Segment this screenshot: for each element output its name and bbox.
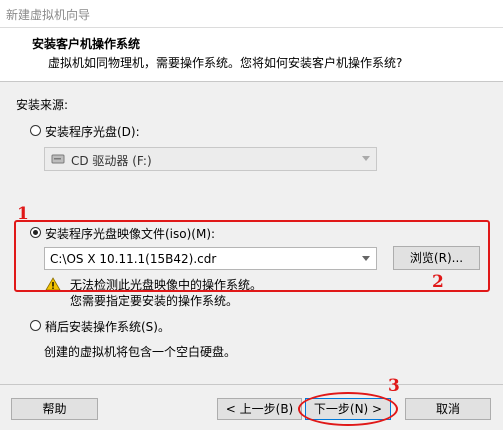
disc-radio[interactable] <box>30 125 41 136</box>
later-radio[interactable] <box>30 320 41 331</box>
page-subtitle: 虚拟机如同物理机，需要操作系统。您将如何安装客户机操作系统? <box>48 56 403 70</box>
window-title: 新建虚拟机向导 <box>6 8 91 22</box>
later-option-description: 创建的虚拟机将包含一个空白硬盘。 <box>44 345 237 359</box>
later-option-label[interactable]: 稍后安装操作系统(S)。 <box>45 318 170 335</box>
chevron-down-icon <box>362 156 370 161</box>
annotation-box-1 <box>14 220 490 292</box>
cd-drive-icon <box>51 154 65 164</box>
annotation-ellipse-3 <box>298 392 398 426</box>
wizard-header: 安装客户机操作系统 虚拟机如同物理机，需要操作系统。您将如何安装客户机操作系统? <box>0 28 503 82</box>
annotation-number-1: 1 <box>17 204 29 224</box>
help-button[interactable]: 帮助 <box>11 398 98 420</box>
back-button[interactable]: < 上一步(B) <box>217 398 302 420</box>
cancel-button[interactable]: 取消 <box>405 398 491 420</box>
disc-option-label[interactable]: 安装程序光盘(D): <box>45 123 140 140</box>
footer-divider <box>0 384 503 385</box>
annotation-number-2: 2 <box>432 272 444 292</box>
drive-select[interactable]: CD 驱动器 (F:) <box>44 147 377 171</box>
warning-line2: 您需要指定要安装的操作系统。 <box>70 294 239 308</box>
annotation-number-3: 3 <box>388 376 400 396</box>
install-source-label: 安装来源: <box>16 98 69 112</box>
window-titlebar: 新建虚拟机向导 <box>0 0 503 28</box>
drive-select-value: CD 驱动器 (F:) <box>71 154 152 168</box>
page-title: 安装客户机操作系统 <box>32 37 141 51</box>
